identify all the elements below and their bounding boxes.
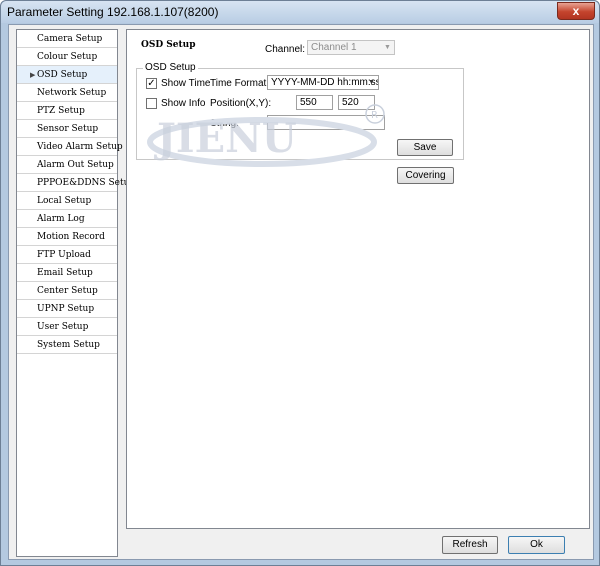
window-title: Parameter Setting 192.168.1.107(8200) [7,5,219,19]
sidebar-item-ptz-setup[interactable]: PTZ Setup [17,102,117,120]
sidebar-item-upnp-setup[interactable]: UPNP Setup [17,300,117,318]
sidebar-item-alarm-out-setup[interactable]: Alarm Out Setup [17,156,117,174]
parameter-setting-window: Parameter Setting 192.168.1.107(8200) x … [0,0,600,566]
osd-groupbox: OSD Setup ✓ Show Time Time Format: YYYY-… [136,62,464,160]
page-title: OSD Setup [141,40,196,50]
sidebar-item-label: OSD Setup [37,70,88,80]
chevron-down-icon: ▼ [368,79,375,86]
sidebar-item-colour-setup[interactable]: Colour Setup [17,48,117,66]
sidebar-item-label: User Setup [37,322,89,332]
string-label: String: [210,118,239,129]
sidebar-item-label: Network Setup [37,88,107,98]
sidebar-item-label: Video Alarm Setup [37,142,123,152]
sidebar-item-label: Email Setup [37,268,93,278]
channel-label: Channel: [265,44,306,55]
sidebar-item-local-setup[interactable]: Local Setup [17,192,117,210]
channel-select-value: Channel 1 [311,42,357,53]
sidebar-item-motion-record[interactable]: Motion Record [17,228,117,246]
position-x-value: 550 [300,97,317,108]
title-bar[interactable]: Parameter Setting 192.168.1.107(8200) x [1,1,599,23]
sidebar-item-video-alarm-setup[interactable]: Video Alarm Setup [17,138,123,156]
sidebar-item-label: Motion Record [37,232,105,242]
sidebar-item-sensor-setup[interactable]: Sensor Setup [17,120,117,138]
position-label: Position(X,Y): [210,98,272,109]
sidebar-item-label: PPPOE&DDNS Setup [37,178,136,188]
time-format-select-value: YYYY-MM-DD hh:mm:ss [271,77,379,88]
sidebar-item-label: Camera Setup [37,34,103,44]
chevron-right-icon: ▶ [30,71,36,79]
show-info-label: Show Info [161,98,206,109]
sidebar-item-camera-setup[interactable]: Camera Setup [17,30,117,48]
channel-select[interactable]: Channel 1 ▼ [307,40,395,55]
show-time-checkbox[interactable]: ✓ [146,78,157,89]
osd-setup-panel: OSD Setup Channel: Channel 1 ▼ OSD Setup… [126,29,590,529]
sidebar-item-user-setup[interactable]: User Setup [17,318,117,336]
sidebar-item-center-setup[interactable]: Center Setup [17,282,117,300]
chevron-down-icon: ▼ [384,44,391,51]
covering-button[interactable]: Covering [397,167,454,184]
sidebar-item-label: Alarm Out Setup [37,160,114,170]
sidebar-nav: Camera Setup Colour Setup ▶ OSD Setup Net… [16,29,135,557]
sidebar-item-label: Local Setup [37,196,92,206]
ok-button[interactable]: Ok [508,536,565,554]
sidebar-item-system-setup[interactable]: System Setup [17,336,117,354]
sidebar-item-label: UPNP Setup [37,304,95,314]
time-format-label: Time Format: [210,78,270,89]
sidebar-item-label: PTZ Setup [37,106,85,116]
sidebar-item-email-setup[interactable]: Email Setup [17,264,117,282]
time-format-select[interactable]: YYYY-MM-DD hh:mm:ss ▼ [267,75,379,90]
osd-group-title: OSD Setup [143,62,198,73]
sidebar-item-label: Sensor Setup [37,124,99,134]
sidebar-item-pppoe-ddns-setup[interactable]: PPPOE&DDNS Setup [17,174,135,192]
sidebar-item-label: Center Setup [37,286,98,296]
sidebar-item-network-setup[interactable]: Network Setup [17,84,117,102]
sidebar-item-osd-setup[interactable]: ▶ OSD Setup [17,66,117,84]
position-y-value: 520 [342,97,359,108]
string-input[interactable] [267,115,385,130]
client-area: Camera Setup Colour Setup ▶ OSD Setup Net… [8,24,594,560]
show-info-checkbox[interactable] [146,98,157,109]
position-x-input[interactable]: 550 [296,95,333,110]
sidebar-item-label: Colour Setup [37,52,98,62]
close-icon: x [572,4,580,18]
save-button[interactable]: Save [397,139,453,156]
sidebar-item-ftp-upload[interactable]: FTP Upload [17,246,117,264]
sidebar-item-label: FTP Upload [37,250,91,260]
sidebar-item-alarm-log[interactable]: Alarm Log [17,210,117,228]
checkmark-icon: ✓ [147,78,156,89]
sidebar-item-label: System Setup [37,340,100,350]
show-time-label: Show Time [161,78,211,89]
position-y-input[interactable]: 520 [338,95,375,110]
close-button[interactable]: x [557,2,595,20]
refresh-button[interactable]: Refresh [442,536,498,554]
sidebar-item-label: Alarm Log [37,214,85,224]
